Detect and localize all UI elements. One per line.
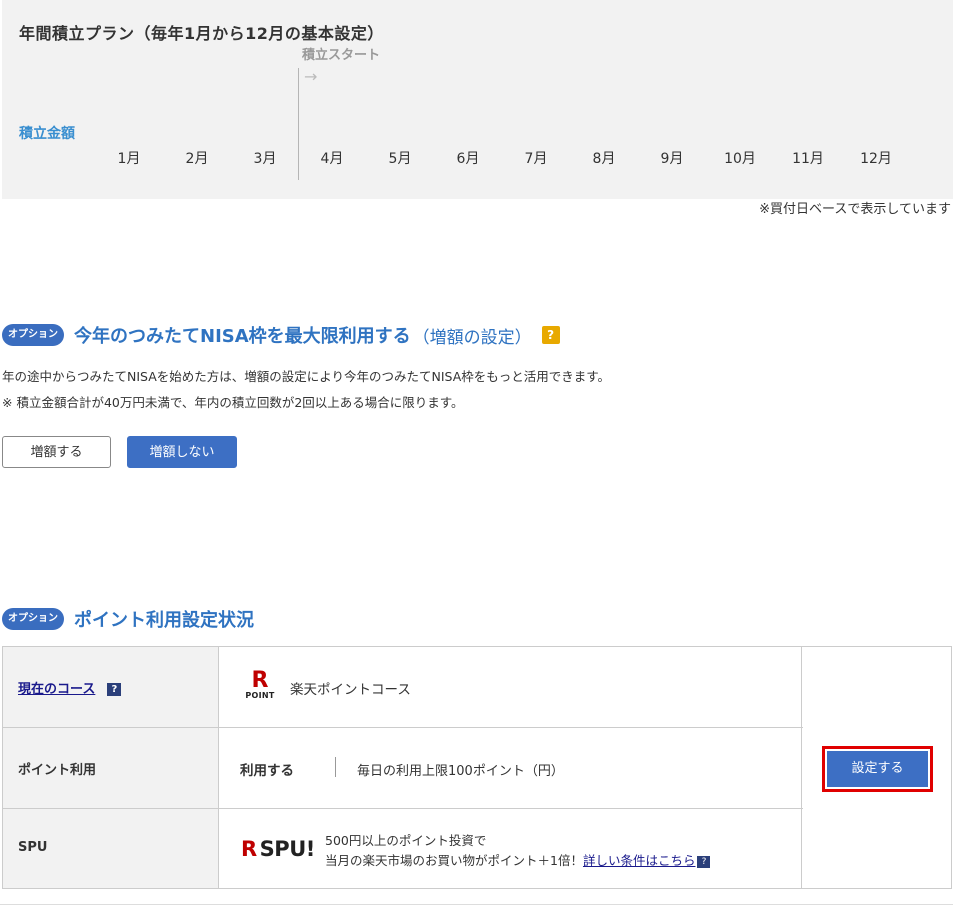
month-label: 2月 xyxy=(185,151,209,167)
spu-text-line2: 当月の楽天市場のお買い物がポイント＋1倍！詳しい条件はこちら? xyxy=(325,850,711,869)
month-row: 1月 2月 3月 4月 5月 6月 7月 8月 9月 10月 11月 12月 xyxy=(2,148,953,172)
annual-plan-panel: 年間積立プラン（毎年1月から12月の基本設定） 積立スタート → 積立金額 1月… xyxy=(2,0,953,199)
option-badge: オプション xyxy=(2,608,64,630)
point-settings-table: 現在のコース? R POINT 楽天ポイントコース ポイント利用 利用する 毎日… xyxy=(2,646,952,889)
start-arrow-icon: → xyxy=(304,67,318,86)
settings-button-highlight: 設定する xyxy=(822,746,933,792)
nisa-option-title: 今年のつみたてNISA枠を最大限利用する xyxy=(74,326,411,347)
month-label: 1月 xyxy=(117,151,141,167)
spu-label: SPU xyxy=(18,840,48,855)
month-label: 6月 xyxy=(456,151,480,167)
course-value: 楽天ポイントコース xyxy=(290,682,411,698)
current-course-link[interactable]: 現在のコース xyxy=(18,682,95,697)
course-label-cell: 現在のコース? xyxy=(3,647,219,727)
amount-label: 積立金額 xyxy=(19,126,75,142)
spu-details-link[interactable]: 詳しい条件はこちら xyxy=(583,853,696,868)
purchase-date-note: ※買付日ベースで表示しています xyxy=(759,202,951,217)
increase-button[interactable]: 増額する xyxy=(2,436,111,468)
settings-button[interactable]: 設定する xyxy=(827,751,928,787)
month-label: 11月 xyxy=(792,151,824,167)
point-use-label: ポイント利用 xyxy=(18,763,97,778)
point-option-title: ポイント利用設定状況 xyxy=(74,610,254,631)
point-use-label-cell: ポイント利用 xyxy=(3,728,219,808)
month-label: 9月 xyxy=(660,151,684,167)
start-label: 積立スタート xyxy=(302,48,381,63)
spu-text-line1: 500円以上のポイント投資で xyxy=(325,833,487,848)
help-icon[interactable]: ? xyxy=(107,683,122,696)
month-label: 4月 xyxy=(320,151,344,167)
nisa-option-heading: オプション 今年のつみたてNISA枠を最大限利用する （増額の設定） ? xyxy=(2,322,560,348)
help-icon[interactable]: ? xyxy=(541,326,560,344)
rakuten-point-logo: R POINT xyxy=(245,668,275,701)
divider xyxy=(335,757,336,777)
no-increase-button[interactable]: 増額しない xyxy=(127,436,237,468)
plan-title: 年間積立プラン（毎年1月から12月の基本設定） xyxy=(19,24,384,43)
help-icon[interactable]: ? xyxy=(697,856,711,868)
nisa-option-subtitle: （増額の設定） xyxy=(412,327,532,348)
nisa-condition-note: ※ 積立金額合計が40万円未満で、年内の積立回数が2回以上ある場合に限ります。 xyxy=(2,395,464,410)
point-use-value: 利用する xyxy=(240,763,294,779)
nisa-description: 年の途中からつみたてNISAを始めた方は、増額の設定により今年のつみたてNISA… xyxy=(2,369,611,384)
column-divider xyxy=(801,647,802,888)
month-label: 5月 xyxy=(388,151,412,167)
option-badge: オプション xyxy=(2,324,64,346)
month-label: 12月 xyxy=(860,151,892,167)
month-label: 3月 xyxy=(253,151,277,167)
spu-label-cell: SPU xyxy=(3,809,219,888)
point-option-heading: オプション ポイント利用設定状況 xyxy=(2,606,254,632)
bottom-divider xyxy=(0,904,953,905)
month-label: 7月 xyxy=(524,151,548,167)
spu-logo: R SPU! xyxy=(241,837,315,861)
month-label: 8月 xyxy=(592,151,616,167)
daily-limit-text: 毎日の利用上限100ポイント（円） xyxy=(357,764,564,779)
month-label: 10月 xyxy=(724,151,756,167)
